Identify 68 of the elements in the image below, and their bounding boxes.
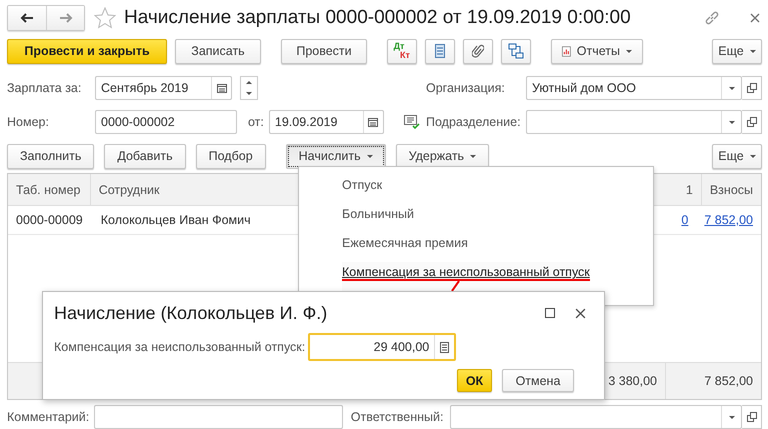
date-field[interactable]: 19.09.2019 <box>268 110 384 134</box>
list-button[interactable] <box>425 38 455 64</box>
open-icon[interactable] <box>742 76 762 100</box>
field-label: Зарплата за: <box>7 81 82 95</box>
dialog-title: Начисление (Колокольцев И. Ф.) <box>54 302 328 324</box>
department-field[interactable] <box>526 110 742 134</box>
paperclip-icon <box>472 44 484 58</box>
menu-item[interactable]: Компенсация за неиспользованный отпуск <box>342 262 590 291</box>
window-title: Начисление зарплаты 0000-000002 от 19.09.2019 0:00:00 <box>124 7 631 29</box>
menu-item[interactable]: Больничный <box>342 204 414 233</box>
star-icon[interactable] <box>94 7 116 29</box>
total-value: 7 852,00 <box>703 373 754 390</box>
caret-icon <box>366 154 373 158</box>
toolbar-button[interactable]: Удержать <box>396 144 490 168</box>
maximize-icon[interactable] <box>545 308 555 318</box>
field-label: Организация: <box>426 81 506 95</box>
back-button[interactable] <box>8 6 46 30</box>
comment-field[interactable] <box>94 405 343 429</box>
toolbar-button[interactable]: Заполнить <box>7 144 94 168</box>
post-and-close-button[interactable]: Провести и закрыть <box>7 38 167 64</box>
list-icon <box>435 44 445 58</box>
debit-credit-button[interactable]: Дт Кт <box>387 38 417 64</box>
document-check-icon[interactable] <box>404 115 420 129</box>
field-label: Компенсация за неиспользованный отпуск: <box>54 340 306 354</box>
table-cell-text: 0000-00009 <box>15 212 84 229</box>
column-header: Таб. номер <box>8 174 91 205</box>
back-arrow-icon <box>20 13 34 23</box>
menu-item[interactable]: Ежемесячная премия <box>342 233 468 262</box>
post-button[interactable]: Провести <box>281 38 367 64</box>
attachment-button[interactable] <box>463 38 493 64</box>
organization-field[interactable]: Уютный дом ООО <box>526 76 742 100</box>
menu-item[interactable]: Отпуск <box>342 175 382 204</box>
close-icon[interactable] <box>575 308 586 318</box>
more-button[interactable]: Еще <box>712 38 762 64</box>
caret-icon <box>750 50 756 52</box>
toolbar-button[interactable]: Подбор <box>196 144 266 168</box>
amount-field[interactable]: 29 400,00 <box>308 333 456 361</box>
caret-icon <box>626 50 632 52</box>
hierarchy-icon <box>508 43 524 59</box>
table-cell: Колокольцев Иван Фомич <box>100 213 251 227</box>
column-header: Взносы <box>708 182 754 198</box>
cancel-button[interactable]: Отмена <box>502 369 574 392</box>
forward-arrow-icon <box>58 13 72 23</box>
toolbar-button[interactable]: Начислить <box>286 144 386 168</box>
amount-link[interactable]: 7 852,00 <box>704 213 753 227</box>
responsible-field[interactable] <box>450 405 742 429</box>
number-field[interactable]: 0000-000002 <box>95 110 237 134</box>
report-icon <box>562 44 571 58</box>
month-field[interactable]: Сентябрь 2019 <box>95 76 232 100</box>
amount-link[interactable]: 0 <box>681 213 688 227</box>
caret-icon <box>470 154 476 158</box>
open-icon[interactable] <box>742 110 762 134</box>
caret-icon <box>750 154 756 158</box>
field-label: от: <box>248 115 264 129</box>
more-button[interactable]: Еще <box>712 144 762 168</box>
toolbar-button[interactable]: Добавить <box>104 144 186 168</box>
link-icon[interactable] <box>704 10 720 26</box>
structure-button[interactable] <box>501 38 531 64</box>
save-button[interactable]: Записать <box>175 38 261 64</box>
ok-button[interactable]: ОК <box>457 369 492 392</box>
month-spinner[interactable] <box>240 76 258 100</box>
close-icon[interactable] <box>750 13 760 23</box>
field-label: Ответственный: <box>350 410 444 424</box>
field-label: Подразделение: <box>426 115 522 129</box>
reports-button[interactable]: Отчеты <box>551 38 643 64</box>
field-label: Номер: <box>7 115 50 129</box>
open-icon[interactable] <box>742 405 762 429</box>
field-label: Комментарий: <box>7 410 90 424</box>
